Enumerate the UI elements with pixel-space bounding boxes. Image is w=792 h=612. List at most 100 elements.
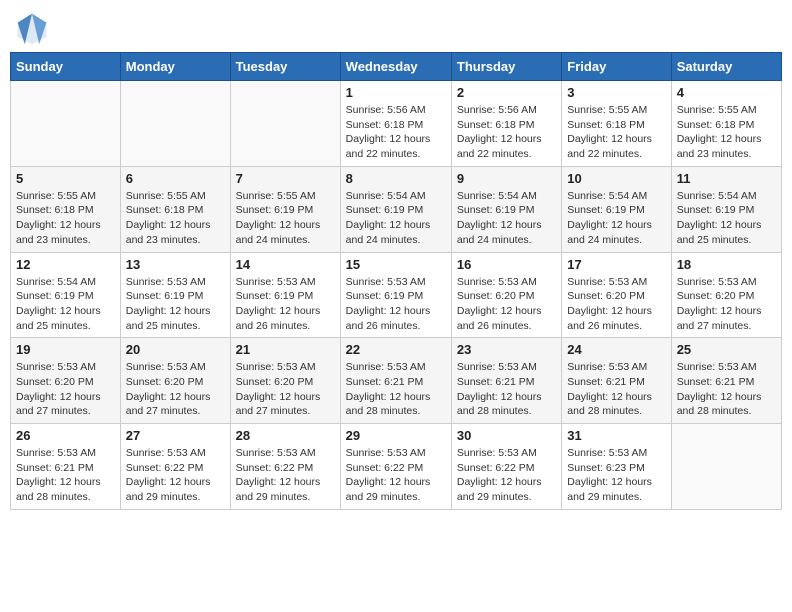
day-number: 9 <box>457 171 556 186</box>
day-info: Sunrise: 5:54 AM Sunset: 6:19 PM Dayligh… <box>677 189 776 248</box>
day-info: Sunrise: 5:53 AM Sunset: 6:19 PM Dayligh… <box>346 275 446 334</box>
calendar-cell: 21 Sunrise: 5:53 AM Sunset: 6:20 PM Dayli… <box>230 338 340 424</box>
day-number: 11 <box>677 171 776 186</box>
day-number: 29 <box>346 428 446 443</box>
day-number: 1 <box>346 85 446 100</box>
calendar-cell: 25 Sunrise: 5:53 AM Sunset: 6:21 PM Dayli… <box>671 338 781 424</box>
calendar-week-row: 19 Sunrise: 5:53 AM Sunset: 6:20 PM Dayli… <box>11 338 782 424</box>
calendar-cell <box>230 81 340 167</box>
day-info: Sunrise: 5:53 AM Sunset: 6:20 PM Dayligh… <box>16 360 115 419</box>
day-info: Sunrise: 5:53 AM Sunset: 6:21 PM Dayligh… <box>677 360 776 419</box>
day-number: 22 <box>346 342 446 357</box>
day-info: Sunrise: 5:54 AM Sunset: 6:19 PM Dayligh… <box>567 189 665 248</box>
day-info: Sunrise: 5:53 AM Sunset: 6:22 PM Dayligh… <box>236 446 335 505</box>
calendar-cell: 24Sunrise: 5:53 AM Sunset: 6:21 PM Dayli… <box>562 338 671 424</box>
day-number: 8 <box>346 171 446 186</box>
calendar-cell: 12 Sunrise: 5:54 AM Sunset: 6:19 PM Dayli… <box>11 252 121 338</box>
day-number: 27 <box>126 428 225 443</box>
day-info: Sunrise: 5:54 AM Sunset: 6:19 PM Dayligh… <box>16 275 115 334</box>
day-info: Sunrise: 5:53 AM Sunset: 6:22 PM Dayligh… <box>457 446 556 505</box>
calendar-cell: 6Sunrise: 5:55 AM Sunset: 6:18 PM Daylig… <box>120 166 230 252</box>
weekday-header: Monday <box>120 53 230 81</box>
day-info: Sunrise: 5:53 AM Sunset: 6:20 PM Dayligh… <box>677 275 776 334</box>
day-info: Sunrise: 5:53 AM Sunset: 6:22 PM Dayligh… <box>126 446 225 505</box>
calendar-cell: 26 Sunrise: 5:53 AM Sunset: 6:21 PM Dayli… <box>11 424 121 510</box>
day-info: Sunrise: 5:53 AM Sunset: 6:20 PM Dayligh… <box>567 275 665 334</box>
calendar-week-row: 5 Sunrise: 5:55 AM Sunset: 6:18 PM Daylig… <box>11 166 782 252</box>
day-info: Sunrise: 5:53 AM Sunset: 6:19 PM Dayligh… <box>126 275 225 334</box>
calendar-cell: 5 Sunrise: 5:55 AM Sunset: 6:18 PM Daylig… <box>11 166 121 252</box>
calendar-cell: 23 Sunrise: 5:53 AM Sunset: 6:21 PM Dayli… <box>451 338 561 424</box>
day-info: Sunrise: 5:53 AM Sunset: 6:20 PM Dayligh… <box>236 360 335 419</box>
calendar-cell <box>11 81 121 167</box>
weekday-header: Sunday <box>11 53 121 81</box>
calendar-cell: 16 Sunrise: 5:53 AM Sunset: 6:20 PM Dayli… <box>451 252 561 338</box>
day-info: Sunrise: 5:55 AM Sunset: 6:19 PM Dayligh… <box>236 189 335 248</box>
day-number: 26 <box>16 428 115 443</box>
calendar-cell: 30 Sunrise: 5:53 AM Sunset: 6:22 PM Dayli… <box>451 424 561 510</box>
day-number: 7 <box>236 171 335 186</box>
day-number: 2 <box>457 85 556 100</box>
day-number: 20 <box>126 342 225 357</box>
day-number: 23 <box>457 342 556 357</box>
calendar-cell: 18 Sunrise: 5:53 AM Sunset: 6:20 PM Dayli… <box>671 252 781 338</box>
day-number: 12 <box>16 257 115 272</box>
calendar-cell: 11 Sunrise: 5:54 AM Sunset: 6:19 PM Dayli… <box>671 166 781 252</box>
day-number: 13 <box>126 257 225 272</box>
calendar-cell: 31 Sunrise: 5:53 AM Sunset: 6:23 PM Dayli… <box>562 424 671 510</box>
day-info: Sunrise: 5:56 AM Sunset: 6:18 PM Dayligh… <box>457 103 556 162</box>
weekday-header: Thursday <box>451 53 561 81</box>
calendar-cell: 19 Sunrise: 5:53 AM Sunset: 6:20 PM Dayli… <box>11 338 121 424</box>
day-number: 19 <box>16 342 115 357</box>
day-info: Sunrise: 5:53 AM Sunset: 6:21 PM Dayligh… <box>457 360 556 419</box>
calendar-cell: 4Sunrise: 5:55 AM Sunset: 6:18 PM Daylig… <box>671 81 781 167</box>
day-number: 14 <box>236 257 335 272</box>
day-number: 16 <box>457 257 556 272</box>
day-number: 25 <box>677 342 776 357</box>
day-number: 30 <box>457 428 556 443</box>
calendar-cell: 28 Sunrise: 5:53 AM Sunset: 6:22 PM Dayli… <box>230 424 340 510</box>
day-info: Sunrise: 5:55 AM Sunset: 6:18 PM Dayligh… <box>16 189 115 248</box>
logo-icon <box>14 10 50 46</box>
day-number: 3 <box>567 85 665 100</box>
day-info: Sunrise: 5:54 AM Sunset: 6:19 PM Dayligh… <box>346 189 446 248</box>
calendar-cell <box>671 424 781 510</box>
day-number: 5 <box>16 171 115 186</box>
calendar-cell: 1 Sunrise: 5:56 AM Sunset: 6:18 PM Daylig… <box>340 81 451 167</box>
calendar-week-row: 1 Sunrise: 5:56 AM Sunset: 6:18 PM Daylig… <box>11 81 782 167</box>
calendar-cell: 7 Sunrise: 5:55 AM Sunset: 6:19 PM Daylig… <box>230 166 340 252</box>
calendar-cell: 2 Sunrise: 5:56 AM Sunset: 6:18 PM Daylig… <box>451 81 561 167</box>
weekday-header: Tuesday <box>230 53 340 81</box>
calendar-header-row: SundayMondayTuesdayWednesdayThursdayFrid… <box>11 53 782 81</box>
day-info: Sunrise: 5:56 AM Sunset: 6:18 PM Dayligh… <box>346 103 446 162</box>
day-number: 28 <box>236 428 335 443</box>
calendar-cell: 20Sunrise: 5:53 AM Sunset: 6:20 PM Dayli… <box>120 338 230 424</box>
day-number: 6 <box>126 171 225 186</box>
weekday-header: Saturday <box>671 53 781 81</box>
weekday-header: Friday <box>562 53 671 81</box>
calendar-week-row: 26 Sunrise: 5:53 AM Sunset: 6:21 PM Dayli… <box>11 424 782 510</box>
calendar-cell: 13 Sunrise: 5:53 AM Sunset: 6:19 PM Dayli… <box>120 252 230 338</box>
day-info: Sunrise: 5:53 AM Sunset: 6:20 PM Dayligh… <box>457 275 556 334</box>
day-number: 10 <box>567 171 665 186</box>
weekday-header: Wednesday <box>340 53 451 81</box>
day-number: 18 <box>677 257 776 272</box>
day-info: Sunrise: 5:54 AM Sunset: 6:19 PM Dayligh… <box>457 189 556 248</box>
calendar-week-row: 12 Sunrise: 5:54 AM Sunset: 6:19 PM Dayli… <box>11 252 782 338</box>
calendar-cell: 14Sunrise: 5:53 AM Sunset: 6:19 PM Dayli… <box>230 252 340 338</box>
day-number: 31 <box>567 428 665 443</box>
calendar-cell: 27 Sunrise: 5:53 AM Sunset: 6:22 PM Dayli… <box>120 424 230 510</box>
calendar-cell <box>120 81 230 167</box>
calendar-cell: 9 Sunrise: 5:54 AM Sunset: 6:19 PM Daylig… <box>451 166 561 252</box>
calendar-cell: 15 Sunrise: 5:53 AM Sunset: 6:19 PM Dayli… <box>340 252 451 338</box>
logo <box>14 10 54 46</box>
calendar-cell: 22 Sunrise: 5:53 AM Sunset: 6:21 PM Dayli… <box>340 338 451 424</box>
day-number: 21 <box>236 342 335 357</box>
calendar-cell: 8 Sunrise: 5:54 AM Sunset: 6:19 PM Daylig… <box>340 166 451 252</box>
day-info: Sunrise: 5:53 AM Sunset: 6:21 PM Dayligh… <box>16 446 115 505</box>
day-info: Sunrise: 5:53 AM Sunset: 6:23 PM Dayligh… <box>567 446 665 505</box>
day-number: 15 <box>346 257 446 272</box>
day-number: 4 <box>677 85 776 100</box>
calendar-table: SundayMondayTuesdayWednesdayThursdayFrid… <box>10 52 782 510</box>
day-info: Sunrise: 5:53 AM Sunset: 6:21 PM Dayligh… <box>346 360 446 419</box>
